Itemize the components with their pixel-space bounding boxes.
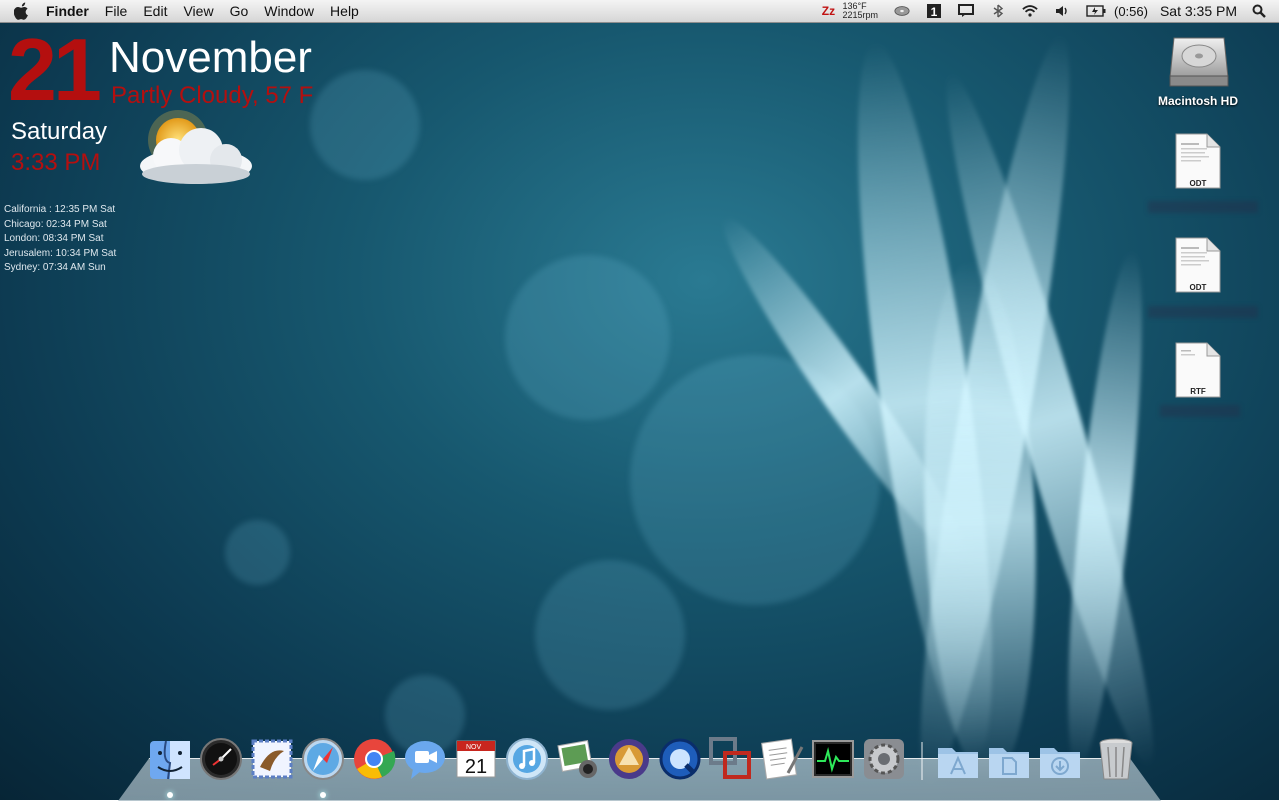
dock-app-orb[interactable] bbox=[607, 737, 651, 781]
dashboard-icon bbox=[200, 738, 242, 780]
volume-icon[interactable] bbox=[1054, 3, 1070, 19]
smc-readout[interactable]: 136°F 2215rpm bbox=[842, 2, 878, 20]
system-preferences-icon bbox=[864, 739, 904, 779]
documents-folder-icon[interactable] bbox=[987, 742, 1031, 780]
disc-icon[interactable] bbox=[894, 3, 910, 19]
file-type-label: ODT bbox=[1189, 179, 1207, 188]
running-indicator bbox=[320, 792, 326, 798]
menu-clock[interactable]: Sat 3:35 PM bbox=[1160, 3, 1237, 19]
trash-icon bbox=[1099, 738, 1133, 780]
world-clock-row: Jerusalem: 10:34 PM Sat bbox=[4, 247, 117, 259]
file-name-label[interactable] bbox=[1148, 306, 1258, 318]
finder-icon bbox=[150, 740, 190, 780]
wallpaper-bokeh bbox=[535, 560, 685, 710]
applications-folder-icon[interactable] bbox=[936, 742, 980, 780]
app-orb-icon bbox=[609, 739, 649, 779]
world-clock-widget: California : 12:35 PM Sat Chicago: 02:34… bbox=[4, 203, 116, 276]
menu-view[interactable]: View bbox=[175, 0, 221, 22]
world-clock-row: London: 08:34 PM Sat bbox=[4, 233, 104, 245]
wallpaper-bokeh bbox=[310, 70, 420, 180]
activity-monitor-icon bbox=[812, 740, 854, 778]
wifi-icon[interactable] bbox=[1022, 3, 1038, 19]
dock-mail[interactable] bbox=[250, 737, 294, 781]
safari-icon bbox=[302, 738, 344, 780]
spotlight-icon[interactable] bbox=[1251, 3, 1267, 19]
menu-go[interactable]: Go bbox=[222, 0, 257, 22]
vmware-icon bbox=[709, 737, 751, 779]
file-type-label: RTF bbox=[1190, 387, 1206, 396]
world-clock-row: California : 12:35 PM Sat bbox=[4, 204, 116, 215]
hard-drive-icon[interactable] bbox=[1168, 30, 1230, 88]
bluetooth-icon[interactable] bbox=[990, 3, 1006, 19]
dock-safari[interactable] bbox=[301, 737, 345, 781]
calendar-day: 21 bbox=[465, 756, 487, 778]
dock-chrome[interactable] bbox=[352, 737, 396, 781]
dock-finder[interactable] bbox=[148, 737, 192, 781]
wallpaper-bokeh bbox=[505, 255, 670, 420]
dock-itunes[interactable] bbox=[505, 737, 549, 781]
smcfan-icon[interactable]: Zz bbox=[820, 3, 836, 19]
world-clock-row: Chicago: 02:34 PM Sat bbox=[4, 218, 107, 230]
dock-dashboard[interactable] bbox=[199, 737, 243, 781]
dock-ical[interactable]: NOV 21 bbox=[454, 737, 498, 781]
itunes-icon bbox=[506, 738, 548, 780]
menu-edit[interactable]: Edit bbox=[135, 0, 175, 22]
dock-activity-monitor[interactable] bbox=[811, 737, 855, 781]
iphoto-icon bbox=[557, 740, 597, 778]
dock-textedit[interactable] bbox=[760, 737, 804, 781]
wallpaper-bokeh bbox=[225, 520, 290, 585]
downloads-folder-icon[interactable] bbox=[1038, 742, 1082, 780]
widget-weekday: Saturday bbox=[11, 118, 108, 145]
dock-quicktime[interactable] bbox=[658, 737, 702, 781]
file-name-label[interactable] bbox=[1148, 201, 1258, 213]
dock-iphoto[interactable] bbox=[556, 737, 600, 781]
fan-speed-text: 2215rpm bbox=[842, 10, 878, 20]
calendar-icon: NOV 21 bbox=[456, 740, 496, 778]
menu-file[interactable]: File bbox=[97, 0, 136, 22]
widget-month: November bbox=[109, 33, 312, 82]
svg-text:1: 1 bbox=[931, 5, 938, 19]
file-type-label: ODT bbox=[1189, 283, 1207, 292]
message-icon[interactable] bbox=[957, 3, 974, 19]
battery-icon[interactable] bbox=[1086, 3, 1106, 19]
widget-time: 3:33 PM bbox=[11, 149, 101, 176]
dock-system-preferences[interactable] bbox=[862, 737, 906, 781]
world-clock-row: Sydney: 07:34 AM Sun bbox=[4, 262, 106, 274]
menu-help[interactable]: Help bbox=[322, 0, 367, 22]
apple-icon[interactable] bbox=[14, 2, 30, 20]
running-indicator bbox=[167, 792, 173, 798]
menu-bar: Finder File Edit View Go Window Help Zz … bbox=[0, 0, 1279, 23]
menu-window[interactable]: Window bbox=[256, 0, 322, 22]
battery-time[interactable]: (0:56) bbox=[1114, 4, 1148, 19]
file-name-label[interactable] bbox=[1160, 405, 1240, 417]
mail-icon bbox=[251, 739, 293, 779]
menu-extras: Zz 136°F 2215rpm 1 (0:56) Sat 3:35 PM bbox=[812, 0, 1279, 22]
textedit-icon bbox=[761, 738, 804, 780]
quicktime-icon bbox=[659, 738, 701, 780]
dock-vmware[interactable] bbox=[709, 737, 753, 781]
dock-ichat[interactable] bbox=[403, 737, 447, 781]
ichat-icon bbox=[405, 741, 445, 779]
dock-trash[interactable] bbox=[1094, 737, 1138, 781]
dock-separator bbox=[921, 742, 923, 780]
chrome-icon bbox=[354, 739, 396, 779]
calendar-month: NOV bbox=[466, 744, 482, 751]
partly-cloudy-icon bbox=[140, 110, 252, 184]
menu-app-finder[interactable]: Finder bbox=[38, 0, 97, 22]
hard-drive-label[interactable]: Macintosh HD bbox=[1140, 94, 1256, 108]
widget-day-number: 21 bbox=[8, 20, 102, 119]
one-icon[interactable]: 1 bbox=[926, 3, 942, 19]
